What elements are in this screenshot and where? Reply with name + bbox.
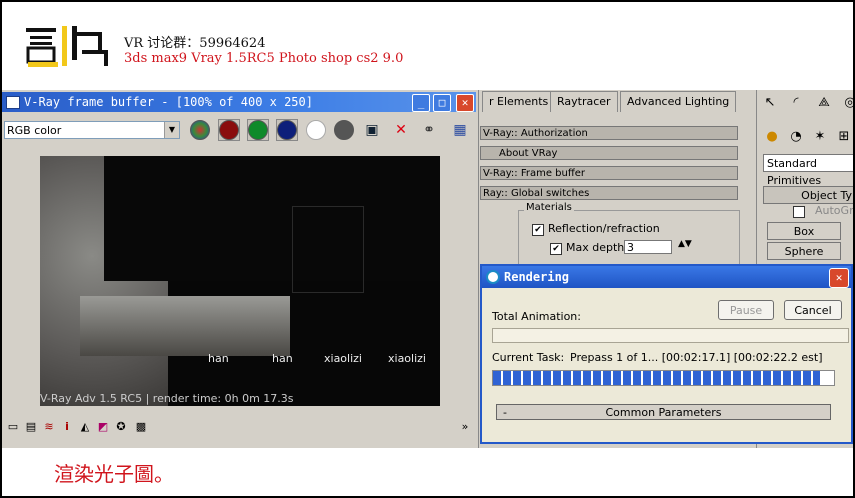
tab-render-elements[interactable]: r Elements	[482, 91, 556, 112]
close-icon[interactable]: ✕	[829, 268, 849, 288]
bucket-label: han	[208, 352, 229, 365]
expand-icon[interactable]: »	[458, 420, 472, 434]
current-task-value: Prepass 1 of 1... [00:02:17.1] [00:02:22…	[570, 351, 823, 364]
rgb-channel-icon[interactable]	[190, 120, 210, 140]
info-icon[interactable]: i	[60, 420, 74, 434]
hierarchy-icon[interactable]: ⟁	[815, 94, 833, 112]
render-bed	[80, 296, 290, 356]
common-parameters-label: Common Parameters	[605, 406, 722, 419]
rollout-global-switches[interactable]: Ray:: Global switches	[480, 186, 738, 200]
materials-group	[518, 210, 740, 268]
render-status: V-Ray Adv 1.5 RC5 | render time: 0h 0m 1…	[40, 392, 294, 405]
tab-raytracer[interactable]: Raytracer	[550, 91, 618, 112]
bucket-label: xiaolizi	[324, 352, 362, 365]
collapse-toggle: -	[503, 406, 507, 419]
autogrid-checkbox[interactable]	[793, 206, 805, 218]
channel-select[interactable]: RGB color ▼	[4, 121, 180, 139]
current-task-label: Current Task:	[492, 351, 565, 364]
vfb-title: V-Ray frame buffer - [100% of 400 x 250]	[24, 95, 313, 109]
chevron-down-icon[interactable]: ▼	[164, 122, 179, 138]
max-depth-input[interactable]: 3	[624, 240, 672, 254]
reflection-label: Reflection/refraction	[548, 222, 660, 235]
bucket-label: han	[272, 352, 293, 365]
total-animation-label: Total Animation:	[492, 310, 581, 323]
render-window-frame	[292, 206, 364, 293]
save-icon[interactable]: ▣	[363, 121, 381, 139]
pause-button[interactable]: Pause	[718, 300, 774, 320]
red-channel-icon	[219, 120, 239, 140]
render-image: han han xiaolizi xiaolizi V-Ray Adv 1.5 …	[40, 156, 440, 406]
blue-channel-button[interactable]	[276, 119, 298, 141]
window-icon	[6, 96, 20, 109]
current-progress-bar	[492, 370, 835, 386]
curve-icon[interactable]: ◩	[96, 420, 110, 434]
maximize-icon[interactable]: □	[433, 94, 451, 112]
max-depth-checkbox[interactable]: ✔	[550, 243, 562, 255]
max-depth-label: Max depth	[566, 241, 625, 254]
clone-icon[interactable]: ⚭	[420, 121, 438, 139]
rollout-about[interactable]: About VRay	[480, 146, 738, 160]
shapes-icon[interactable]: ◔	[787, 128, 805, 146]
pixel-info-icon[interactable]: ≋	[42, 420, 56, 434]
rendering-title-bar[interactable]: Rendering ✕	[482, 266, 851, 288]
materials-label: Materials	[524, 202, 574, 213]
rendering-dialog: Rendering ✕ Pause Cancel Total Animation…	[480, 264, 853, 444]
render-setup-tabs: r Elements Raytracer Advanced Lighting	[480, 90, 754, 112]
vfb-title-bar[interactable]: V-Ray frame buffer - [100% of 400 x 250]…	[2, 92, 476, 112]
lights-icon[interactable]: ✶	[811, 128, 829, 146]
minimize-icon[interactable]: _	[412, 94, 430, 112]
caption: 渲染光子圖。	[54, 462, 174, 486]
lens-icon[interactable]: ✪	[114, 420, 128, 434]
cancel-button[interactable]: Cancel	[784, 300, 842, 320]
reflection-checkbox[interactable]: ✔	[532, 224, 544, 236]
header-line-2: 3ds max9 Vray 1.5RC5 Photo shop cs2 9.0	[124, 51, 404, 66]
rollout-authorization[interactable]: V-Ray:: Authorization	[480, 126, 738, 140]
rendering-icon	[486, 270, 500, 284]
levels-icon[interactable]: ◭	[78, 420, 92, 434]
geometry-icon[interactable]: ●	[763, 128, 781, 146]
modify-icon[interactable]: ◜	[787, 94, 805, 112]
bucket-label: xiaolizi	[388, 352, 426, 365]
common-parameters-rollout[interactable]: - Common Parameters	[496, 404, 831, 420]
alpha-channel-icon[interactable]	[306, 120, 326, 140]
close-icon[interactable]: ✕	[456, 94, 474, 112]
rendering-title: Rendering	[504, 270, 570, 284]
total-progress-bar	[492, 328, 849, 343]
page-frame: VR 讨论群：59964624 3ds max9 Vray 1.5RC5 Pho…	[2, 2, 853, 496]
logo	[26, 26, 108, 67]
green-channel-icon	[248, 120, 268, 140]
vfb-toolbar: RGB color ▼ ▣ ✕ ⚭ ▦	[2, 114, 476, 146]
motion-icon[interactable]: ◎	[841, 94, 853, 112]
render-bucket-pending	[104, 156, 440, 281]
rollout-frame-buffer[interactable]: V-Ray:: Frame buffer	[480, 166, 738, 180]
red-channel-button[interactable]	[218, 119, 240, 141]
box-button[interactable]: Box	[767, 222, 841, 240]
screenshot-area: V-Ray frame buffer - [100% of 400 x 250]…	[2, 90, 853, 448]
autogrid-label: AutoGrid	[815, 204, 853, 217]
create-icon[interactable]: ↖	[761, 94, 779, 112]
spinner-arrows-icon[interactable]: ▲▼	[678, 239, 692, 249]
object-type-rollout[interactable]: Object Ty	[763, 186, 853, 204]
history-icon[interactable]: ▭	[6, 420, 20, 434]
header-line-1: VR 讨论群：59964624	[124, 36, 266, 51]
cameras-icon[interactable]: ⊞	[835, 128, 853, 146]
blue-channel-icon	[277, 120, 297, 140]
clear-icon[interactable]: ✕	[392, 121, 410, 139]
vray-frame-buffer-window: V-Ray frame buffer - [100% of 400 x 250]…	[2, 90, 479, 448]
green-channel-button[interactable]	[247, 119, 269, 141]
tab-advanced-lighting[interactable]: Advanced Lighting	[620, 91, 737, 112]
list-icon[interactable]: ▤	[24, 420, 38, 434]
lut-icon[interactable]: ▩	[134, 420, 148, 434]
region-render-icon[interactable]: ▦	[451, 121, 469, 139]
channel-value: RGB color	[7, 124, 62, 137]
current-progress-fill	[493, 371, 821, 385]
mono-icon[interactable]	[334, 120, 354, 140]
sphere-button[interactable]: Sphere	[767, 242, 841, 260]
vfb-bottom-toolbar: ▭ ▤ ≋ i ◭ ◩ ✪ ▩ »	[2, 416, 476, 440]
primitives-dropdown[interactable]: Standard Primitives	[763, 154, 853, 187]
